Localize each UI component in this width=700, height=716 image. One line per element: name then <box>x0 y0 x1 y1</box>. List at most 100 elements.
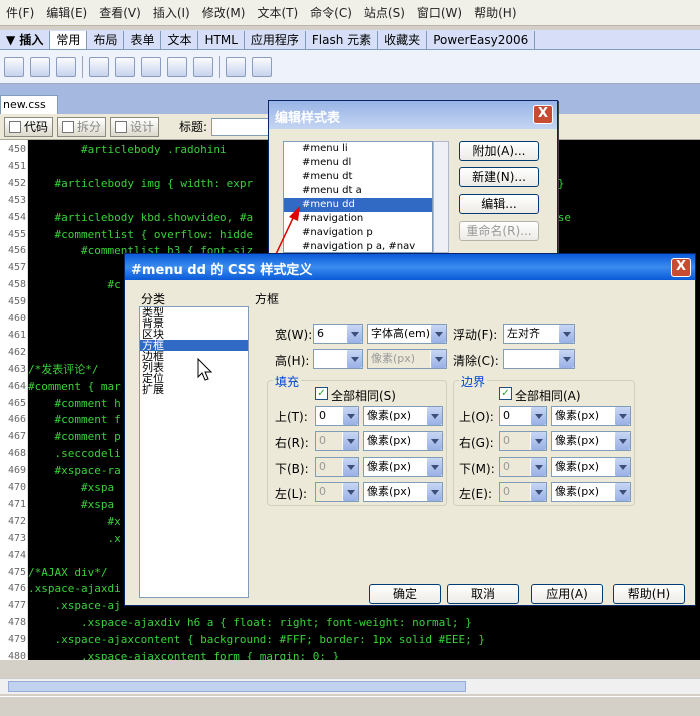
edit-button[interactable]: 编辑... <box>459 194 539 214</box>
margin-right-input[interactable]: 0 <box>499 431 547 451</box>
menu-commands[interactable]: 命令(C) <box>304 4 358 21</box>
help-button[interactable]: 帮助(H) <box>613 584 685 604</box>
selector-list-scrollbar[interactable] <box>433 141 449 253</box>
design-view-button[interactable]: 设计 <box>110 116 160 137</box>
chevron-down-icon[interactable] <box>346 350 362 368</box>
code-line[interactable]: /*AJAX div*/ <box>28 564 107 581</box>
email-link-icon[interactable] <box>30 56 50 77</box>
code-line[interactable]: /*发表评论*/ <box>28 361 99 378</box>
selector-item[interactable]: #menu dt a <box>284 184 432 198</box>
menu-modify[interactable]: 修改(M) <box>196 4 252 21</box>
scrollbar-thumb[interactable] <box>8 681 466 692</box>
code-line[interactable]: #xspa <box>28 479 114 496</box>
document-tab[interactable]: new.css <box>0 95 58 114</box>
media-icon[interactable] <box>141 56 161 77</box>
rename-button[interactable]: 重命名(R)... <box>459 221 539 241</box>
close-icon[interactable]: X <box>671 258 691 277</box>
float-select[interactable]: 左对齐 <box>503 324 575 344</box>
apply-button[interactable]: 应用(A) <box>531 584 603 604</box>
code-line[interactable]: .xspace-ajaxcontent { background: #FFF; … <box>28 631 484 648</box>
code-view-button[interactable]: 代码 <box>4 116 54 137</box>
margin-top-unit[interactable]: 像素(px) <box>551 406 631 426</box>
padding-right-input[interactable]: 0 <box>315 431 359 451</box>
code-line[interactable]: #xspa <box>28 496 114 513</box>
code-line[interactable]: #articlebody .radohini <box>28 141 227 158</box>
menu-insert[interactable]: 插入(I) <box>147 4 196 21</box>
padding-right-unit[interactable]: 像素(px) <box>363 431 443 451</box>
tab-application[interactable]: 应用程序 <box>245 30 306 49</box>
category-list[interactable]: 类型 背景 区块 方框 边框 列表 定位 扩展 <box>139 306 249 598</box>
margin-bottom-input[interactable]: 0 <box>499 457 547 477</box>
padding-same-checkbox[interactable]: ✓ <box>315 387 328 400</box>
chevron-down-icon[interactable] <box>614 458 630 476</box>
comment-icon[interactable] <box>193 56 213 77</box>
table-icon[interactable] <box>89 56 109 77</box>
template-icon[interactable] <box>226 56 246 77</box>
chevron-down-icon[interactable] <box>426 483 442 501</box>
date-icon[interactable] <box>167 56 187 77</box>
chevron-down-icon[interactable] <box>530 483 546 501</box>
code-line[interactable]: .xspace-aj <box>28 597 120 614</box>
selector-item[interactable]: #menu dt <box>284 170 432 184</box>
code-line[interactable]: .xspace-ajaxcontent form { margin: 0; } <box>28 648 339 660</box>
chevron-down-icon[interactable] <box>342 432 358 450</box>
split-view-button[interactable]: 拆分 <box>57 116 107 137</box>
menu-site[interactable]: 站点(S) <box>358 4 411 21</box>
menu-text[interactable]: 文本(T) <box>251 4 304 21</box>
attach-button[interactable]: 附加(A)... <box>459 141 539 161</box>
margin-right-unit[interactable]: 像素(px) <box>551 431 631 451</box>
anchor-icon[interactable] <box>56 56 76 77</box>
close-icon[interactable]: X <box>533 105 553 124</box>
chevron-down-icon[interactable] <box>426 458 442 476</box>
tab-powereasy[interactable]: PowerEasy2006 <box>427 30 536 49</box>
code-line[interactable]: .xspace-ajaxdiv h6 a { float: right; fon… <box>28 614 472 631</box>
cancel-button[interactable]: 取消 <box>447 584 519 604</box>
title-input[interactable] <box>211 117 272 136</box>
code-line[interactable]: #comment p <box>28 428 120 445</box>
padding-left-unit[interactable]: 像素(px) <box>363 482 443 502</box>
code-line[interactable]: #c <box>28 276 120 293</box>
tab-text[interactable]: 文本 <box>161 30 199 49</box>
margin-bottom-unit[interactable]: 像素(px) <box>551 457 631 477</box>
chevron-down-icon[interactable] <box>430 325 446 343</box>
hyperlink-icon[interactable] <box>4 56 24 77</box>
tag-chooser-icon[interactable] <box>252 56 272 77</box>
chevron-down-icon[interactable] <box>530 407 546 425</box>
insert-bar-toggle[interactable]: ▼ 插入 <box>0 30 51 49</box>
margin-same-checkbox[interactable]: ✓ <box>499 387 512 400</box>
height-input[interactable] <box>313 349 363 369</box>
width-input[interactable]: 6 <box>313 324 363 344</box>
tab-flash[interactable]: Flash 元素 <box>306 30 379 49</box>
menu-view[interactable]: 查看(V) <box>93 4 147 21</box>
menu-help[interactable]: 帮助(H) <box>468 4 522 21</box>
chevron-down-icon[interactable] <box>426 407 442 425</box>
padding-bottom-unit[interactable]: 像素(px) <box>363 457 443 477</box>
code-line[interactable]: .xspace-ajaxdi <box>28 580 121 597</box>
chevron-down-icon[interactable] <box>342 407 358 425</box>
margin-top-input[interactable]: 0 <box>499 406 547 426</box>
code-line[interactable]: #comment f <box>28 411 120 428</box>
new-button[interactable]: 新建(N)... <box>459 167 539 187</box>
margin-left-unit[interactable]: 像素(px) <box>551 482 631 502</box>
chevron-down-icon[interactable] <box>530 432 546 450</box>
menu-edit[interactable]: 编辑(E) <box>40 4 93 21</box>
chevron-down-icon[interactable] <box>346 325 362 343</box>
selector-item[interactable]: #menu li <box>284 142 432 156</box>
chevron-down-icon[interactable] <box>614 432 630 450</box>
chevron-down-icon[interactable] <box>342 483 358 501</box>
tab-html[interactable]: HTML <box>198 30 245 49</box>
tab-favorites[interactable]: 收藏夹 <box>378 30 428 49</box>
menu-window[interactable]: 窗口(W) <box>411 4 468 21</box>
padding-left-input[interactable]: 0 <box>315 482 359 502</box>
chevron-down-icon[interactable] <box>426 432 442 450</box>
category-item[interactable]: 扩展 <box>140 384 248 395</box>
menu-file[interactable]: 件(F) <box>0 4 40 21</box>
chevron-down-icon[interactable] <box>558 325 574 343</box>
clear-select[interactable] <box>503 349 575 369</box>
padding-top-input[interactable]: 0 <box>315 406 359 426</box>
code-line[interactable]: .x <box>28 530 120 547</box>
code-line[interactable]: #comment { mar <box>28 378 121 395</box>
tab-common[interactable]: 常用 <box>50 30 88 49</box>
tab-forms[interactable]: 表单 <box>124 30 162 49</box>
chevron-down-icon[interactable] <box>430 350 446 368</box>
